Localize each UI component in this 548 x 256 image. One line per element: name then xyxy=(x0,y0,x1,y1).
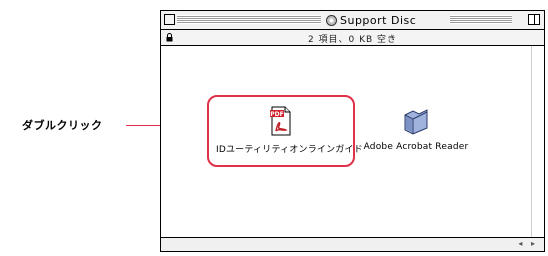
title-stripes-right xyxy=(450,15,512,24)
folder-icon xyxy=(404,109,428,135)
pdf-guide-label: IDユーティリティオンラインガイド xyxy=(216,145,363,155)
finder-window: Support Disc 2 項目、0 KB 空き PDF IDユーティリティオ… xyxy=(160,10,545,252)
acrobat-folder-item[interactable]: Adobe Acrobat Reader xyxy=(361,106,471,152)
svg-text:PDF: PDF xyxy=(270,111,283,118)
info-bar: 2 項目、0 KB 空き xyxy=(161,30,544,46)
window-content: PDF IDユーティリティオンラインガイド Adobe Acrobat Read… xyxy=(161,46,544,238)
window-title-text: Support Disc xyxy=(340,13,417,27)
info-text: 2 項目、0 KB 空き xyxy=(307,35,398,45)
vertical-scrollbar[interactable] xyxy=(531,46,544,238)
pdf-guide-item[interactable]: PDF IDユーティリティオンラインガイド xyxy=(216,106,363,155)
acrobat-folder-label: Adobe Acrobat Reader xyxy=(363,142,469,152)
title-bar[interactable]: Support Disc xyxy=(161,11,544,30)
window-title: Support Disc xyxy=(323,13,420,27)
scroll-arrows[interactable]: ◂ ▸ xyxy=(518,239,538,248)
zoom-box[interactable] xyxy=(528,14,540,25)
horizontal-scrollbar[interactable]: ◂ ▸ xyxy=(161,237,544,251)
annotation-label: ダブルクリック xyxy=(22,119,103,132)
pdf-document-icon: PDF xyxy=(270,106,291,136)
close-box[interactable] xyxy=(164,14,175,25)
title-stripes-left xyxy=(177,15,321,24)
disc-icon xyxy=(326,14,337,26)
